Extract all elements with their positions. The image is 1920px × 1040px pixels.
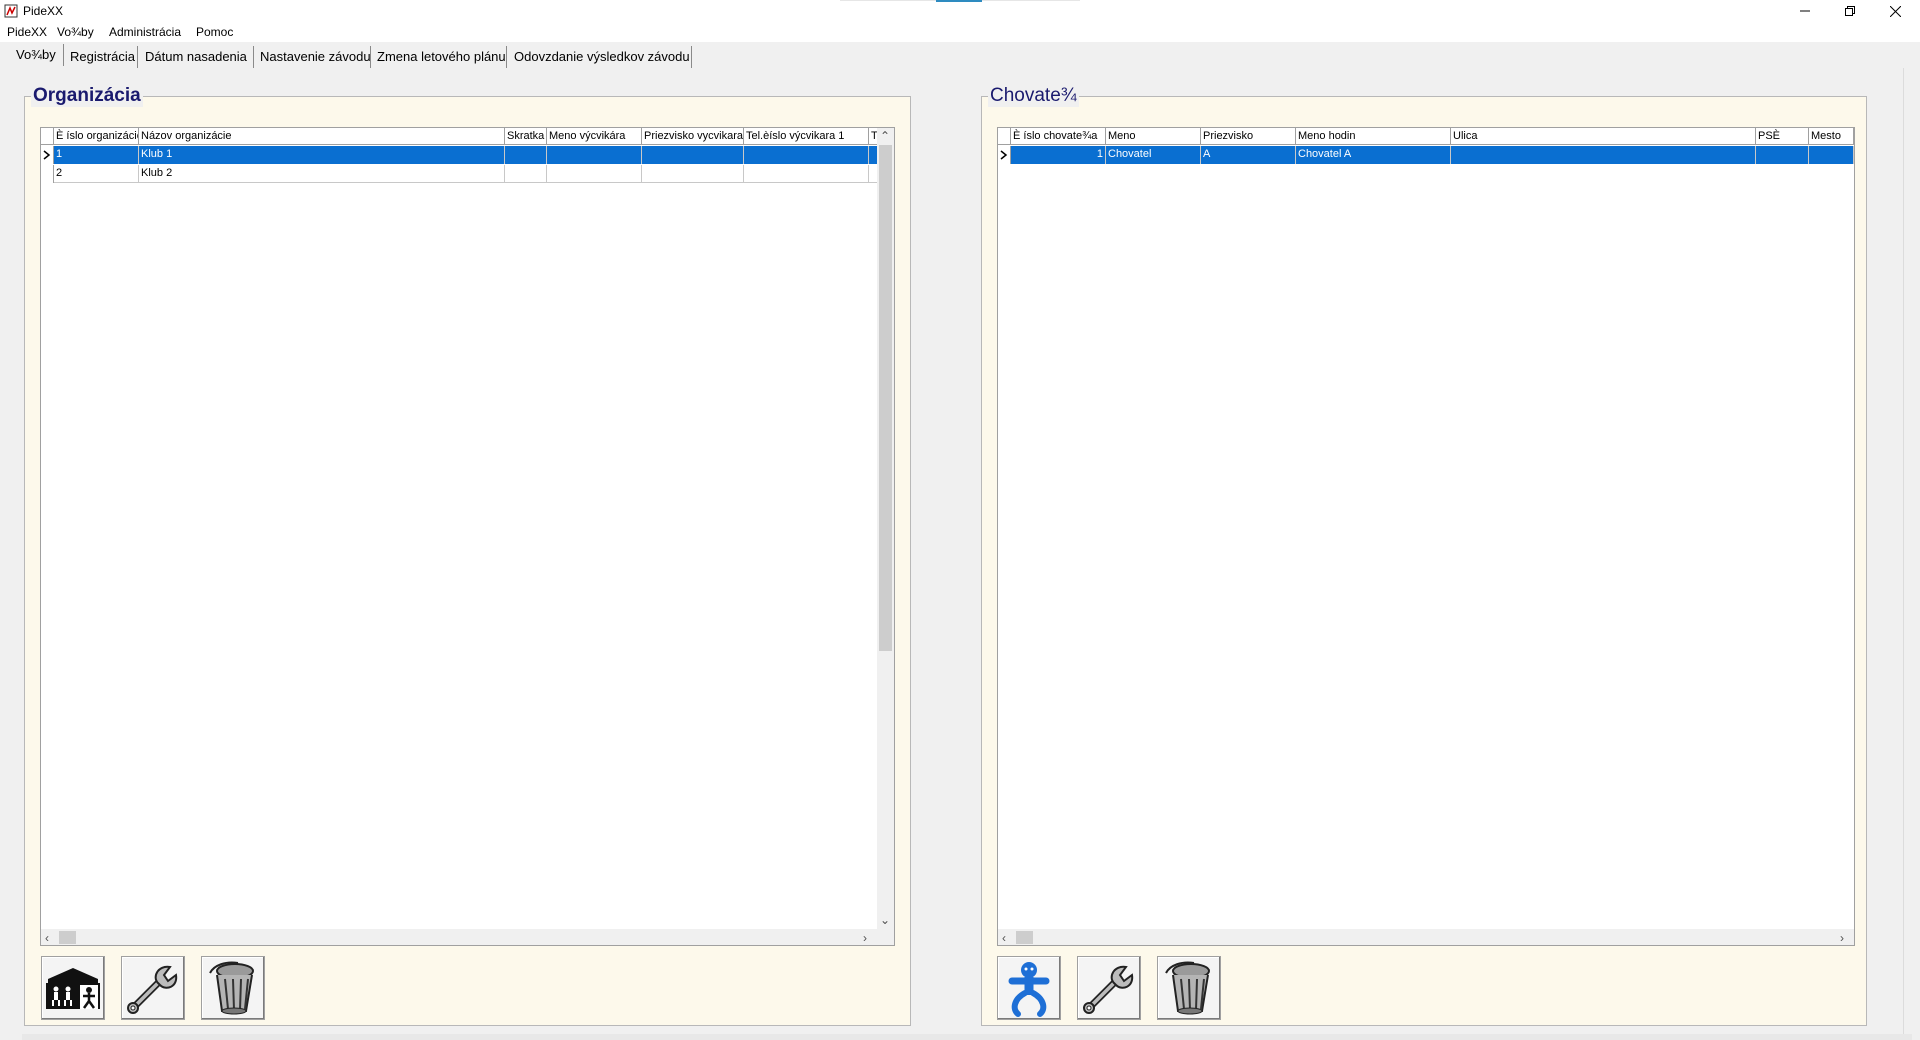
tab-strip: Vo¾by Registrácia Dátum nasadenia Nastav… [0, 44, 1920, 68]
table-row[interactable]: 2 Klub 2 [41, 165, 889, 183]
row-selector-header [998, 128, 1011, 145]
table-cell[interactable]: 2 [54, 165, 139, 183]
table-cell[interactable]: 1 [1011, 146, 1106, 164]
row-selector-header [41, 128, 54, 145]
minimize-icon [1800, 10, 1810, 12]
current-row-arrow-icon [998, 146, 1011, 164]
delete-breeder-button[interactable] [1157, 956, 1221, 1020]
breeder-table[interactable]: È íslo chovate¾a Meno Priezvisko Meno ho… [997, 127, 1855, 946]
menu-administracia[interactable]: Administrácia [109, 25, 181, 39]
table-cell[interactable] [547, 146, 642, 164]
table-cell[interactable] [505, 165, 547, 183]
table-cell[interactable] [1451, 146, 1756, 164]
scroll-right-icon[interactable]: › [863, 932, 867, 944]
breeder-panel: Chovate¾ È íslo chovate¾a Meno Priezvisk… [981, 85, 1867, 1026]
scrollbar-thumb[interactable] [59, 931, 76, 944]
table-cell[interactable]: Chovatel A [1296, 146, 1451, 164]
column-header[interactable]: Priezvisko [1201, 128, 1296, 145]
tab-zmena-letoveho-planu[interactable]: Zmena letového plánu [373, 46, 507, 68]
column-header[interactable]: Názov organizácie [139, 128, 505, 145]
table-cell[interactable] [505, 146, 547, 164]
title-bar: PideXX [0, 0, 1920, 22]
table-row[interactable]: 1 Klub 1 [41, 146, 889, 164]
add-organization-button[interactable] [41, 956, 105, 1020]
scroll-down-icon[interactable]: ⌄ [880, 914, 890, 926]
horizontal-scrollbar[interactable]: ‹ › [998, 929, 1854, 945]
minimize-button[interactable] [1782, 0, 1828, 22]
organization-panel-title: Organizácia [31, 85, 143, 107]
tab-volby[interactable]: Vo¾by [12, 44, 64, 66]
column-header[interactable]: Meno výcvikára [547, 128, 642, 145]
column-header[interactable]: Skratka [505, 128, 547, 145]
table-cell[interactable] [744, 165, 869, 183]
tab-registracia[interactable]: Registrácia [66, 46, 138, 68]
scroll-left-icon[interactable]: ‹ [45, 932, 49, 944]
tab-odovzdanie-vysledkov[interactable]: Odovzdanie výsledkov závodu [510, 46, 692, 68]
table-cell[interactable]: A [1201, 146, 1296, 164]
row-selector[interactable] [41, 165, 54, 183]
column-header[interactable]: Priezvisko vycvikara [642, 128, 744, 145]
table-cell[interactable]: 1 [54, 146, 139, 164]
column-header[interactable]: Mesto [1809, 128, 1854, 145]
scrollbar-thumb[interactable] [1016, 931, 1033, 944]
column-header[interactable]: PSÈ [1756, 128, 1809, 145]
tab-datum-nasadenia[interactable]: Dátum nasadenia [141, 46, 254, 68]
menu-bar: PideXX Vo¾by Administrácia Pomoc [0, 22, 1920, 42]
delete-organization-button[interactable] [201, 956, 265, 1020]
column-header[interactable]: È íslo chovate¾a [1011, 128, 1106, 145]
scroll-left-icon[interactable]: ‹ [1002, 932, 1006, 944]
wrench-icon [127, 965, 178, 1014]
table-cell[interactable] [1756, 146, 1809, 164]
scroll-up-icon[interactable]: ⌃ [880, 130, 890, 142]
trash-icon [1165, 961, 1210, 1015]
menu-volby[interactable]: Vo¾by [57, 25, 94, 39]
column-header[interactable]: Meno hodin [1296, 128, 1451, 145]
window-vertical-scrollbar[interactable] [1903, 68, 1920, 1034]
taskbar-indicator [840, 0, 1080, 2]
close-button[interactable] [1872, 0, 1918, 22]
tab-nastavenie-zavodu[interactable]: Nastavenie závodu [256, 46, 371, 68]
current-row-arrow-icon [41, 146, 54, 164]
menu-pomoc[interactable]: Pomoc [196, 25, 233, 39]
table-header: È íslo chovate¾a Meno Priezvisko Meno ho… [998, 128, 1854, 145]
table-cell[interactable]: Chovatel [1106, 146, 1201, 164]
table-cell[interactable]: Klub 2 [139, 165, 505, 183]
column-header[interactable]: Tel.èíslo výcvikara 1 [744, 128, 869, 145]
column-header[interactable]: Meno [1106, 128, 1201, 145]
column-header[interactable]: Ulica [1451, 128, 1756, 145]
horizontal-scrollbar[interactable]: ‹ › [41, 929, 894, 945]
breeder-panel-title: Chovate¾ [988, 85, 1079, 107]
vertical-scrollbar[interactable]: ⌃ ⌄ [877, 128, 894, 929]
menu-pidexx[interactable]: PideXX [7, 25, 47, 39]
restore-icon [1845, 6, 1855, 16]
person-icon [1008, 962, 1050, 1017]
edit-breeder-button[interactable] [1077, 956, 1141, 1020]
app-icon [4, 4, 18, 18]
table-cell[interactable]: Klub 1 [139, 146, 505, 164]
table-cell[interactable] [642, 165, 744, 183]
table-row[interactable]: 1 Chovatel A Chovatel A [998, 146, 1854, 164]
table-header: È íslo organizácie Názov organizácie Skr… [41, 128, 889, 145]
organization-table[interactable]: È íslo organizácie Názov organizácie Skr… [40, 127, 895, 946]
organization-panel: Organizácia È íslo organizácie Názov org… [24, 85, 911, 1026]
add-breeder-button[interactable] [997, 956, 1061, 1020]
bottom-edge [22, 1034, 1912, 1040]
table-cell[interactable] [1809, 146, 1854, 164]
scrollbar-thumb[interactable] [879, 145, 892, 651]
table-cell[interactable] [547, 165, 642, 183]
scroll-right-icon[interactable]: › [1840, 932, 1844, 944]
organization-icon [46, 968, 100, 1009]
column-header[interactable]: È íslo organizácie [54, 128, 139, 145]
wrench-icon [1083, 965, 1134, 1014]
edit-organization-button[interactable] [121, 956, 185, 1020]
trash-icon [209, 961, 254, 1015]
window-title: PideXX [23, 4, 64, 18]
table-cell[interactable] [642, 146, 744, 164]
close-icon [1889, 5, 1901, 17]
table-cell[interactable] [744, 146, 869, 164]
restore-button[interactable] [1827, 0, 1873, 22]
